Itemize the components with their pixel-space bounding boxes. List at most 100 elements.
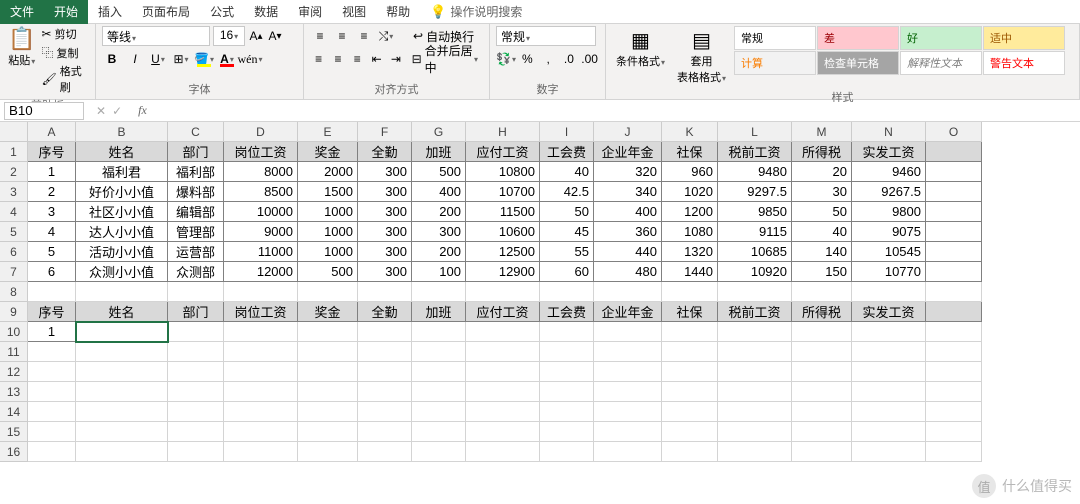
cell[interactable]: 9075 — [852, 222, 926, 242]
cell[interactable] — [852, 402, 926, 422]
cell[interactable] — [662, 362, 718, 382]
cell[interactable] — [466, 382, 540, 402]
style-cell[interactable]: 解释性文本 — [900, 51, 982, 75]
cell[interactable]: 编辑部 — [168, 202, 224, 222]
accounting-button[interactable]: 💱 — [496, 49, 516, 69]
cell[interactable] — [224, 282, 298, 302]
cell[interactable] — [168, 322, 224, 342]
cell[interactable]: 300 — [358, 182, 412, 202]
cell[interactable] — [926, 162, 982, 182]
cell[interactable]: 管理部 — [168, 222, 224, 242]
format-as-table-button[interactable]: ▤ 套用 表格格式 — [673, 26, 730, 87]
cell[interactable]: 40 — [540, 162, 594, 182]
cell[interactable] — [662, 382, 718, 402]
italic-button[interactable]: I — [125, 49, 145, 69]
cell[interactable] — [662, 442, 718, 462]
col-header[interactable]: B — [76, 122, 168, 142]
cell[interactable]: 340 — [594, 182, 662, 202]
cell[interactable] — [358, 282, 412, 302]
row-header[interactable]: 7 — [0, 262, 28, 282]
paste-button[interactable]: 📋 粘贴 — [6, 26, 38, 68]
cell[interactable]: 10920 — [718, 262, 792, 282]
select-all-corner[interactable] — [0, 122, 28, 142]
cell[interactable] — [358, 402, 412, 422]
cell[interactable]: 9267.5 — [852, 182, 926, 202]
fx-icon[interactable]: fx — [138, 103, 147, 118]
cell[interactable]: 360 — [594, 222, 662, 242]
cell[interactable]: 运营部 — [168, 242, 224, 262]
cell[interactable]: 序号 — [28, 142, 76, 162]
cell[interactable]: 60 — [540, 262, 594, 282]
cell[interactable] — [540, 322, 594, 342]
cell[interactable]: 奖金 — [298, 142, 358, 162]
cell[interactable]: 社区小小值 — [76, 202, 168, 222]
cell[interactable] — [852, 342, 926, 362]
col-header[interactable]: L — [718, 122, 792, 142]
cell[interactable]: 400 — [594, 202, 662, 222]
align-left-button[interactable]: ≡ — [310, 49, 327, 69]
cell[interactable]: 9850 — [718, 202, 792, 222]
cell[interactable] — [926, 182, 982, 202]
col-header[interactable]: A — [28, 122, 76, 142]
cell[interactable]: 2000 — [298, 162, 358, 182]
cell[interactable] — [792, 442, 852, 462]
cell[interactable]: 所得税 — [792, 142, 852, 162]
cell[interactable] — [466, 342, 540, 362]
cell[interactable] — [594, 362, 662, 382]
tab-插入[interactable]: 插入 — [88, 0, 132, 24]
cell[interactable] — [926, 422, 982, 442]
cell[interactable] — [926, 202, 982, 222]
cell[interactable] — [358, 362, 412, 382]
cell[interactable] — [926, 282, 982, 302]
cell[interactable]: 9480 — [718, 162, 792, 182]
style-cell[interactable]: 检查单元格 — [817, 51, 899, 75]
cell[interactable] — [298, 362, 358, 382]
cell[interactable]: 8000 — [224, 162, 298, 182]
cell[interactable] — [76, 422, 168, 442]
row-header[interactable]: 8 — [0, 282, 28, 302]
cell[interactable]: 爆料部 — [168, 182, 224, 202]
style-cell[interactable]: 适中 — [983, 26, 1065, 50]
cell[interactable]: 42.5 — [540, 182, 594, 202]
row-header[interactable]: 14 — [0, 402, 28, 422]
cell[interactable]: 全勤 — [358, 302, 412, 322]
cell[interactable] — [224, 322, 298, 342]
tell-me[interactable]: 💡 操作说明搜索 — [420, 0, 532, 24]
cell[interactable]: 6 — [28, 262, 76, 282]
bold-button[interactable]: B — [102, 49, 122, 69]
cell[interactable] — [298, 402, 358, 422]
cell[interactable]: 4 — [28, 222, 76, 242]
cell[interactable] — [224, 402, 298, 422]
cell[interactable]: 9460 — [852, 162, 926, 182]
cell[interactable]: 1 — [28, 162, 76, 182]
cell[interactable]: 960 — [662, 162, 718, 182]
tab-公式[interactable]: 公式 — [200, 0, 244, 24]
cell[interactable] — [298, 382, 358, 402]
cell[interactable] — [76, 322, 168, 342]
cell[interactable]: 10685 — [718, 242, 792, 262]
cell[interactable] — [594, 282, 662, 302]
cell[interactable] — [926, 362, 982, 382]
cell[interactable]: 500 — [412, 162, 466, 182]
cell[interactable] — [224, 362, 298, 382]
cell[interactable] — [926, 222, 982, 242]
align-center-button[interactable]: ≡ — [329, 49, 346, 69]
tab-file[interactable]: 文件 — [0, 0, 44, 24]
style-cell[interactable]: 计算 — [734, 51, 816, 75]
cell[interactable] — [76, 362, 168, 382]
cell[interactable]: 1000 — [298, 242, 358, 262]
cell[interactable]: 10770 — [852, 262, 926, 282]
increase-decimal-button[interactable]: .0 — [560, 49, 579, 69]
style-cell[interactable]: 差 — [817, 26, 899, 50]
cell[interactable] — [540, 282, 594, 302]
cell[interactable]: 加班 — [412, 142, 466, 162]
cell[interactable]: 1320 — [662, 242, 718, 262]
cell[interactable] — [718, 382, 792, 402]
format-painter-button[interactable]: 🖌格式刷 — [42, 63, 89, 95]
cell[interactable] — [224, 342, 298, 362]
cell[interactable]: 30 — [792, 182, 852, 202]
cell[interactable] — [298, 442, 358, 462]
cell[interactable] — [718, 442, 792, 462]
merge-center-button[interactable]: ⊟合并后居中 — [407, 49, 483, 69]
cell[interactable]: 140 — [792, 242, 852, 262]
